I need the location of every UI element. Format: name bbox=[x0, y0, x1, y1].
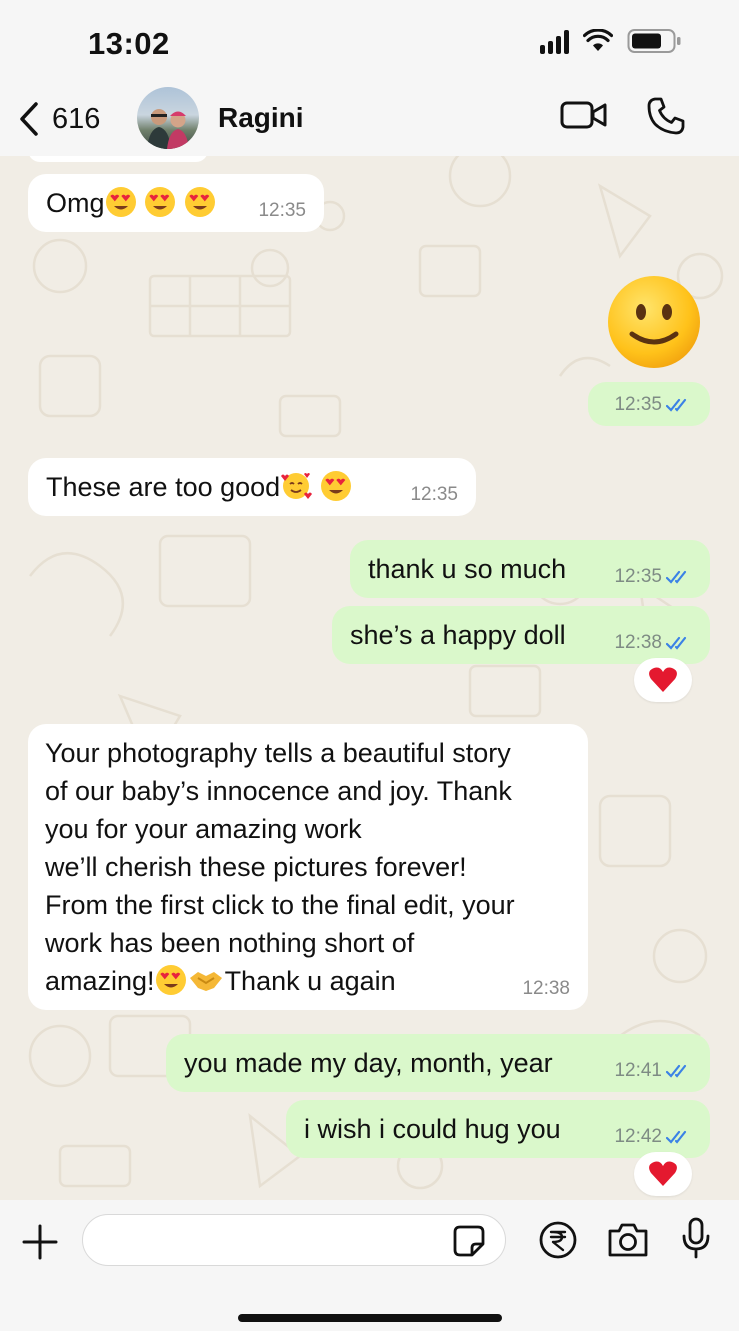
message-text: she’s a happy doll bbox=[350, 620, 566, 650]
back-button[interactable]: 616 bbox=[18, 94, 100, 144]
reaction-badge[interactable] bbox=[634, 658, 692, 702]
message-line: amazing! Thank u again bbox=[45, 962, 515, 1000]
avatar[interactable] bbox=[137, 87, 199, 149]
message-time: 12:35 bbox=[410, 484, 458, 505]
read-receipt-icon bbox=[666, 398, 687, 412]
message-text: i wish i could hug you bbox=[304, 1114, 561, 1144]
message-time: 12:35 bbox=[614, 394, 662, 415]
message-bubble-outgoing[interactable]: 12:35 bbox=[588, 382, 710, 426]
message-text-content: These are too good bbox=[46, 472, 281, 502]
voice-message-button[interactable] bbox=[680, 1216, 712, 1265]
avatar-photo bbox=[147, 109, 189, 149]
message-line: work has been nothing short of bbox=[45, 928, 415, 958]
rupee-icon bbox=[539, 1221, 577, 1259]
message-time: 12:38 bbox=[522, 978, 570, 999]
reaction-badge[interactable] bbox=[634, 1152, 692, 1196]
message-input[interactable] bbox=[82, 1214, 506, 1266]
slightly-smiling-face-emoji-icon[interactable] bbox=[606, 274, 702, 370]
heart-eyes-emoji-icon bbox=[155, 965, 186, 995]
message-meta: 12:42 bbox=[614, 1126, 692, 1148]
message-time: 12:38 bbox=[614, 632, 662, 653]
message-text: These are too good bbox=[46, 468, 352, 506]
message-text: Omg bbox=[46, 184, 216, 222]
chevron-left-icon bbox=[20, 102, 38, 136]
chat-area[interactable]: Omg 12:35 12:35 These are too good 12:35 bbox=[0, 156, 739, 1200]
status-bar: 13:02 bbox=[0, 0, 739, 84]
chat-header: 616 Ragini bbox=[0, 84, 739, 156]
message-meta: 12:38 bbox=[522, 978, 570, 1000]
read-receipt-icon bbox=[666, 570, 687, 584]
message-line: we’ll cherish these pictures forever! bbox=[45, 852, 467, 882]
signal-icon bbox=[540, 28, 569, 54]
previous-message-edge bbox=[28, 156, 208, 162]
red-heart-icon bbox=[649, 667, 677, 692]
contact-name[interactable]: Ragini bbox=[218, 102, 304, 134]
message-meta: 12:35 bbox=[614, 394, 692, 416]
message-bubble-outgoing[interactable]: you made my day, month, year 12:41 bbox=[166, 1034, 710, 1092]
message-text: thank u so much bbox=[368, 554, 567, 584]
heart-eyes-emoji-icon bbox=[320, 471, 351, 501]
message-line-part: amazing! bbox=[45, 966, 155, 996]
red-heart-icon bbox=[649, 1161, 677, 1186]
unread-count: 616 bbox=[52, 102, 101, 135]
message-line: of our baby’s innocence and joy. Thank bbox=[45, 776, 512, 806]
video-camera-icon bbox=[560, 101, 607, 129]
message-bubble-outgoing[interactable]: i wish i could hug you 12:42 bbox=[286, 1100, 710, 1158]
microphone-icon bbox=[682, 1217, 710, 1259]
handshake-emoji-icon bbox=[189, 972, 222, 991]
message-bubble-outgoing[interactable]: she’s a happy doll 12:38 bbox=[332, 606, 710, 664]
home-indicator bbox=[238, 1314, 502, 1322]
message-meta: 12:35 bbox=[614, 566, 692, 588]
heart-eyes-emoji-icon bbox=[105, 187, 136, 217]
message-line: Your photography tells a beautiful story bbox=[45, 738, 511, 768]
message-line-part: Thank u again bbox=[224, 966, 396, 996]
input-bar bbox=[0, 1200, 739, 1331]
read-receipt-icon bbox=[666, 1064, 687, 1078]
message-meta: 12:38 bbox=[614, 632, 692, 654]
battery-icon bbox=[627, 29, 681, 53]
wifi-icon bbox=[583, 29, 613, 51]
message-bubble-outgoing[interactable]: thank u so much 12:35 bbox=[350, 540, 710, 598]
message-meta: 12:35 bbox=[258, 200, 306, 222]
message-text: Your photography tells a beautiful story… bbox=[45, 734, 515, 1000]
message-time: 12:35 bbox=[614, 566, 662, 587]
heart-eyes-emoji-icon bbox=[184, 187, 215, 217]
camera-icon bbox=[608, 1223, 648, 1257]
message-time: 12:41 bbox=[614, 1060, 662, 1081]
message-bubble-incoming[interactable]: Omg 12:35 bbox=[28, 174, 324, 232]
read-receipt-icon bbox=[666, 1130, 687, 1144]
message-text-content: Omg bbox=[46, 188, 105, 218]
payment-button[interactable] bbox=[538, 1220, 578, 1265]
message-bubble-incoming[interactable]: These are too good 12:35 bbox=[28, 458, 476, 516]
read-receipt-icon bbox=[666, 636, 687, 650]
sticker-icon bbox=[453, 1225, 485, 1257]
message-text: you made my day, month, year bbox=[184, 1048, 553, 1078]
phone-icon bbox=[647, 97, 685, 135]
heart-eyes-emoji-icon bbox=[145, 187, 176, 217]
smiling-face-with-hearts-emoji-icon bbox=[281, 473, 313, 499]
message-line: From the first click to the final edit, … bbox=[45, 890, 515, 920]
message-meta: 12:35 bbox=[410, 484, 458, 506]
message-bubble-incoming[interactable]: Your photography tells a beautiful story… bbox=[28, 724, 588, 1010]
message-time: 12:42 bbox=[614, 1126, 662, 1147]
message-time: 12:35 bbox=[258, 200, 306, 221]
status-icons bbox=[540, 28, 683, 54]
video-call-button[interactable] bbox=[560, 98, 608, 137]
camera-button[interactable] bbox=[606, 1220, 650, 1265]
plus-icon bbox=[22, 1224, 58, 1260]
message-line: you for your amazing work bbox=[45, 814, 362, 844]
message-meta: 12:41 bbox=[614, 1060, 692, 1082]
status-time: 13:02 bbox=[88, 26, 170, 61]
voice-call-button[interactable] bbox=[646, 96, 686, 141]
attach-button[interactable] bbox=[20, 1222, 60, 1267]
sticker-button[interactable] bbox=[452, 1224, 486, 1263]
